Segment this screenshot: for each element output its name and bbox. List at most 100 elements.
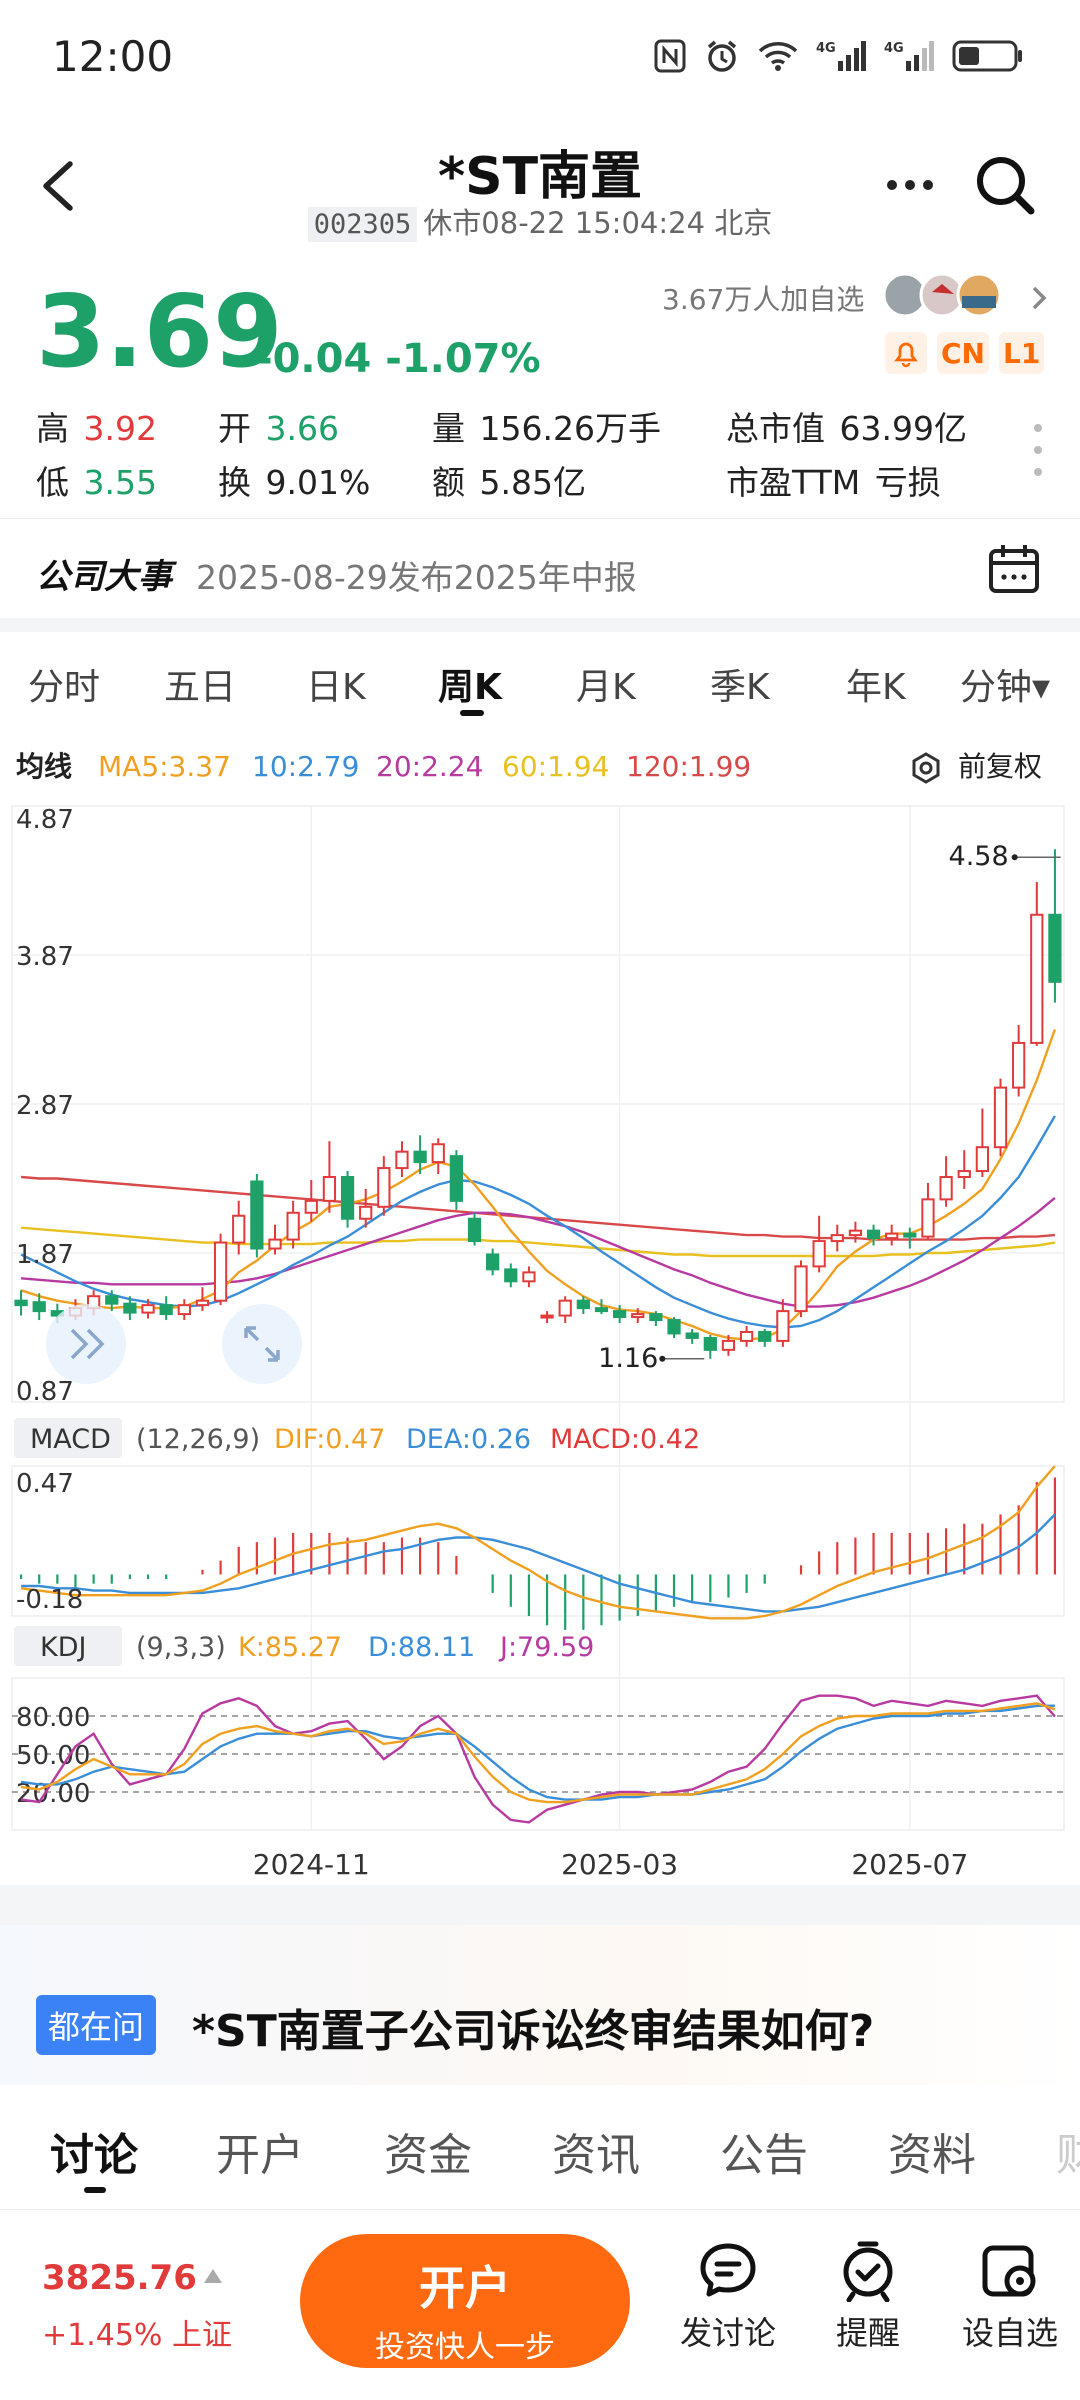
candle: [649, 1311, 663, 1327]
high-marker-dot: [1011, 854, 1018, 861]
ma5-label: MA5:3.37: [98, 750, 231, 783]
candle: [213, 1233, 228, 1306]
macd-label[interactable]: MACD: [30, 1424, 111, 1455]
ma10-line: [20, 1115, 1056, 1329]
candle: [177, 1299, 191, 1321]
candle: [504, 1263, 518, 1288]
cn-badge[interactable]: CN: [937, 332, 989, 374]
fullscreen-button[interactable]: [222, 1304, 302, 1384]
question-banner[interactable]: 都在问 *ST南置子公司诉讼终审结果如何?: [0, 1925, 1080, 2085]
tab-quarterly[interactable]: 季K: [710, 658, 770, 710]
alert-button[interactable]: 提醒: [808, 2240, 928, 2354]
candle-body: [612, 1310, 627, 1319]
calendar-icon[interactable]: [986, 541, 1042, 597]
ma-header: 均线 MA5:3.37 10:2.79 20:2.24 60:1.94 120:…: [16, 750, 1042, 784]
tab-discussion[interactable]: 讨论: [50, 2119, 138, 2183]
adjust-gear-icon[interactable]: [912, 752, 940, 784]
bell-icon[interactable]: [885, 332, 927, 374]
candle: [195, 1287, 210, 1312]
price-tick: 1.87: [16, 1240, 74, 1270]
alarm-icon: [843, 2241, 893, 2302]
candle-body: [957, 1170, 971, 1179]
macd-tick: -0.18: [16, 1585, 83, 1615]
candle-body: [921, 1198, 935, 1238]
ma120-label: 120:1.99: [626, 750, 751, 783]
candle-body: [703, 1336, 717, 1351]
candle: [467, 1212, 482, 1246]
tab-finance[interactable]: 财: [1056, 2119, 1080, 2183]
candle: [286, 1200, 300, 1249]
candle-body: [594, 1307, 609, 1313]
more-icon[interactable]: [880, 160, 940, 210]
candle-body: [467, 1217, 482, 1243]
open-account-button[interactable]: 开户 投资快人一步: [300, 2234, 630, 2368]
candle-body: [286, 1211, 300, 1241]
tab-weekly[interactable]: 周K: [438, 658, 502, 710]
follower-avatars[interactable]: [882, 272, 1012, 318]
candle: [1012, 1025, 1026, 1097]
date-axis: 2024-11 2025-03 2025-07: [253, 1848, 969, 1881]
candle: [395, 1141, 409, 1178]
tab-profile[interactable]: 资料: [888, 2119, 976, 2183]
candle-body: [1030, 913, 1044, 1044]
chart-grid: [11, 805, 1065, 1830]
chevron-right-icon[interactable]: [1024, 278, 1054, 318]
l1-badge[interactable]: L1: [998, 332, 1045, 374]
candle-body: [377, 1167, 391, 1208]
candle: [540, 1311, 554, 1324]
candle: [449, 1150, 464, 1210]
tab-intraday[interactable]: 分时: [28, 658, 100, 710]
tab-announcements[interactable]: 公告: [720, 2119, 808, 2183]
candle-body: [993, 1086, 1008, 1149]
candle-body: [721, 1339, 736, 1351]
stat-turnover: 换 9.01%: [218, 463, 371, 502]
followers-count[interactable]: 3.67万人加自选: [662, 278, 864, 318]
tab-funds[interactable]: 资金: [384, 2119, 472, 2183]
content-tabs: 讨论 开户 资金 资讯 公告 资料 财: [0, 2085, 1080, 2210]
post-discussion-button[interactable]: 发讨论: [668, 2240, 788, 2354]
candle-body: [123, 1302, 137, 1314]
candle-body: [830, 1234, 844, 1243]
candle-body: [975, 1146, 990, 1173]
candle-body: [885, 1232, 899, 1240]
price-change: -0.04 -1.07%: [256, 336, 541, 382]
ask-question[interactable]: *ST南置子公司诉讼终审结果如何?: [192, 1995, 874, 2059]
svg-text:4G: 4G: [884, 41, 904, 56]
tab-yearly[interactable]: 年K: [846, 658, 906, 710]
kdj-j-line: [20, 1694, 1056, 1824]
candle-body: [413, 1150, 427, 1164]
index-value[interactable]: 3825.76: [42, 2258, 197, 2298]
candle: [975, 1108, 990, 1178]
ma60-line: [21, 1226, 1056, 1258]
candle-body: [739, 1330, 754, 1342]
candle-body: [848, 1229, 863, 1237]
search-icon[interactable]: [970, 150, 1040, 220]
stat-open: 开 3.66: [218, 409, 339, 448]
section-divider-2: [0, 1885, 1080, 1925]
candle: [685, 1328, 699, 1344]
kdj-label[interactable]: KDJ: [40, 1632, 86, 1663]
candle: [340, 1171, 355, 1228]
vertical-more-icon[interactable]: [1030, 420, 1046, 480]
candle: [558, 1296, 572, 1324]
candle: [830, 1224, 844, 1252]
tab-account[interactable]: 开户: [216, 2119, 304, 2183]
tab-daily[interactable]: 日K: [306, 658, 366, 710]
tab-five-day[interactable]: 五日: [164, 658, 236, 710]
company-event-row[interactable]: 公司大事 2025-08-29发布2025年中报: [0, 518, 1080, 618]
index-change[interactable]: +1.45% 上证: [42, 2310, 232, 2354]
stat-volume: 量 156.26万手: [432, 409, 661, 448]
candle-body: [866, 1229, 881, 1240]
candle: [667, 1317, 681, 1338]
candle-body: [522, 1271, 536, 1283]
add-watchlist-button[interactable]: 设自选: [950, 2240, 1070, 2354]
tab-monthly[interactable]: 月K: [576, 658, 636, 710]
tab-news[interactable]: 资讯: [552, 2119, 640, 2183]
tab-minute[interactable]: 分钟▾: [960, 658, 1050, 710]
adjust-label[interactable]: 前复权: [958, 750, 1042, 783]
stock-chart[interactable]: 均线 MA5:3.37 10:2.79 20:2.24 60:1.94 120:…: [0, 732, 1080, 1882]
candle-body: [558, 1299, 572, 1317]
candle-body: [213, 1241, 228, 1302]
quote-badges: CN L1: [885, 332, 1045, 374]
price-tick: 4.87: [16, 805, 74, 835]
